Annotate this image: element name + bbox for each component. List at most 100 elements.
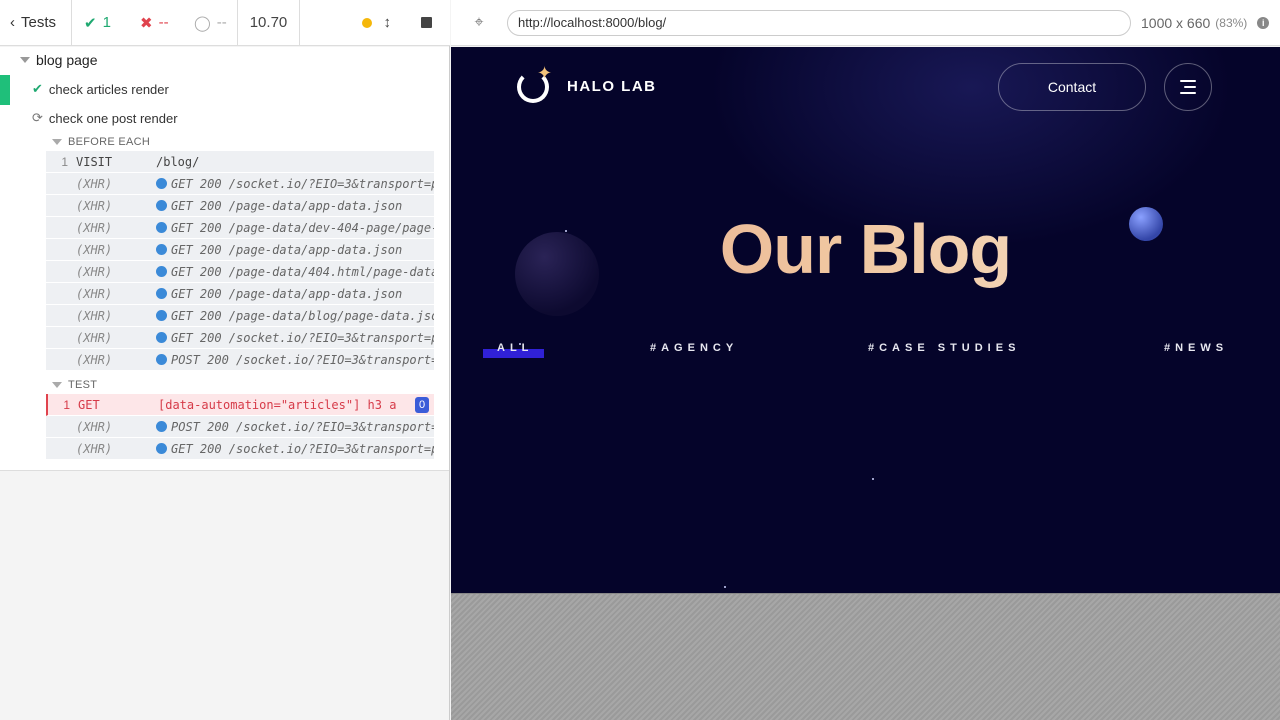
xhr-text: GET 200 /page-data/blog/page-data.json [171,308,434,323]
xhr-status-dot-icon [156,288,167,299]
running-indicator-icon [361,17,372,28]
command-name: GET [78,397,100,412]
command-name: (XHR) [76,441,113,456]
xhr-status-dot-icon [156,332,167,343]
command-message: GET 200 /socket.io/?EIO=3&transport=poll… [156,331,434,345]
command-row[interactable]: (XHR) GET 200 /page-data/blog/page-data.… [46,305,434,327]
website-viewport: ✦ HALO LAB Contact Our Blog ALL #AGENCY … [451,47,1280,593]
command-row[interactable]: (XHR) GET 200 /page-data/dev-404-page/pa… [46,217,434,239]
xhr-status-dot-icon [156,178,167,189]
xhr-text: GET 200 /page-data/app-data.json [171,242,403,257]
site-logo[interactable]: ✦ HALO LAB [515,63,657,105]
caret-down-icon [52,382,62,388]
command-row[interactable]: (XHR) GET 200 /socket.io/?EIO=3&transpor… [46,438,434,460]
category-case-studies[interactable]: #CASE STUDIES [868,342,1020,354]
refresh-icon: ⟳ [32,110,43,125]
suite-label: blog page [36,52,98,68]
xhr-status-dot-icon [156,244,167,255]
hamburger-menu-button[interactable] [1164,63,1212,111]
command-message: GET 200 /page-data/blog/page-data.json [156,309,434,323]
command-row[interactable]: (XHR) GET 200 /page-data/app-data.json [46,283,434,305]
command-name: (XHR) [76,264,113,279]
element-count-badge: 0 [415,397,429,413]
viewport-empty-area [451,593,1280,720]
test-hook[interactable]: TEST [52,374,97,396]
viewport-size: 1000 x 660 [1141,14,1211,31]
command-message: GET 200 /page-data/404.html/page-data.js… [156,265,434,279]
app-preview-panel: ⌖ http://localhost:8000/blog/ 1000 x 660… [451,0,1280,720]
viewport-info: 1000 x 660 (83%) [1141,15,1247,31]
xhr-text: POST 200 /socket.io/?EIO=3&transport=pol… [171,419,434,434]
hook-label: BEFORE EACH [68,136,151,148]
category-agency[interactable]: #AGENCY [650,342,738,354]
category-all[interactable]: ALL [497,342,533,354]
tests-back-button[interactable]: ‹ Tests [0,0,72,46]
command-name: (XHR) [76,176,113,191]
xhr-status-dot-icon [156,222,167,233]
command-row[interactable]: 1 VISIT /blog/ [46,151,434,173]
x-icon: ✖ [140,14,153,32]
command-log-panel: ‹ Tests ✔ 1 ✖ -- ◯ -- 10.70 ↕ blog page [0,0,450,720]
suite-title[interactable]: blog page [20,49,98,71]
failed-count: -- [158,14,169,31]
command-name: (XHR) [76,330,113,345]
hero-title: Our Blog [451,209,1280,289]
xhr-text: GET 200 /socket.io/?EIO=3&transport=poll… [171,441,434,456]
command-message: GET 200 /page-data/dev-404-page/page-dat… [156,221,434,235]
command-row[interactable]: (XHR) GET 200 /socket.io/?EIO=3&transpor… [46,173,434,195]
command-name: VISIT [76,154,113,169]
contact-button[interactable]: Contact [998,63,1146,111]
test-passed[interactable]: ✔ check articles render [0,75,449,105]
command-message: GET 200 /page-data/app-data.json [156,287,434,301]
command-name: (XHR) [76,308,113,323]
xhr-text: GET 200 /page-data/app-data.json [171,286,403,301]
xhr-text: GET 200 /socket.io/?EIO=3&transport=poll… [171,330,434,345]
xhr-status-dot-icon [156,200,167,211]
before-each-hook[interactable]: BEFORE EACH [52,131,150,153]
url-bar: ⌖ http://localhost:8000/blog/ 1000 x 660… [451,0,1280,46]
url-field[interactable]: http://localhost:8000/blog/ [507,9,1131,36]
duration: 10.70 [238,0,300,46]
reporter-header: ‹ Tests ✔ 1 ✖ -- ◯ -- 10.70 ↕ [0,0,450,46]
chevron-left-icon: ‹ [10,14,15,31]
command-row[interactable]: (XHR) POST 200 /socket.io/?EIO=3&transpo… [46,349,434,371]
test-commands: 1 GET [data-automation="articles"] h3 a … [46,394,434,460]
viewport-scale: (83%) [1215,15,1248,30]
xhr-text: GET 200 /socket.io/?EIO=3&transport=poll… [171,176,434,191]
command-row[interactable]: (XHR) GET 200 /page-data/404.html/page-d… [46,261,434,283]
failed-command-row[interactable]: 1 GET [data-automation="articles"] h3 a … [46,394,434,416]
failed-stat: ✖ -- [138,0,190,46]
before-each-commands: 1 VISIT /blog/ (XHR) GET 200 /socket.io/… [46,151,434,371]
stop-icon[interactable] [421,17,432,28]
test-title: check one post render [48,110,178,126]
pass-indicator [0,75,10,105]
info-icon[interactable]: i [1257,16,1270,29]
spinner-icon: ◯ [194,14,211,32]
check-icon: ✔ [84,14,97,32]
reporter: blog page ✔ check articles render ⟳ chec… [0,47,449,471]
xhr-status-dot-icon [156,354,167,365]
autoscroll-icon[interactable]: ↕ [384,14,392,31]
xhr-status-dot-icon [156,443,167,454]
selector-playground-icon[interactable]: ⌖ [451,14,507,32]
xhr-text: GET 200 /page-data/404.html/page-data.js… [171,264,434,279]
command-row[interactable]: (XHR) GET 200 /socket.io/?EIO=3&transpor… [46,327,434,349]
command-name: (XHR) [76,286,113,301]
xhr-text: GET 200 /page-data/app-data.json [171,198,403,213]
xhr-status-dot-icon [156,266,167,277]
passed-count: 1 [102,14,111,31]
command-message: POST 200 /socket.io/?EIO=3&transport=pol… [156,420,434,434]
xhr-status-dot-icon [156,421,167,432]
test-running[interactable]: ⟳ check one post render [32,107,178,129]
passed-stat: ✔ 1 [72,0,138,46]
command-row[interactable]: (XHR) GET 200 /page-data/app-data.json [46,195,434,217]
command-name: (XHR) [76,352,113,367]
command-name: (XHR) [76,220,113,235]
command-row[interactable]: (XHR) POST 200 /socket.io/?EIO=3&transpo… [46,416,434,438]
xhr-text: POST 200 /socket.io/?EIO=3&transport=pol… [171,352,434,367]
command-row[interactable]: (XHR) GET 200 /page-data/app-data.json [46,239,434,261]
logo-text: HALO LAB [567,77,657,95]
command-number: 1 [61,154,68,169]
category-news[interactable]: #NEWS [1164,342,1228,354]
star-decoration [872,478,874,480]
